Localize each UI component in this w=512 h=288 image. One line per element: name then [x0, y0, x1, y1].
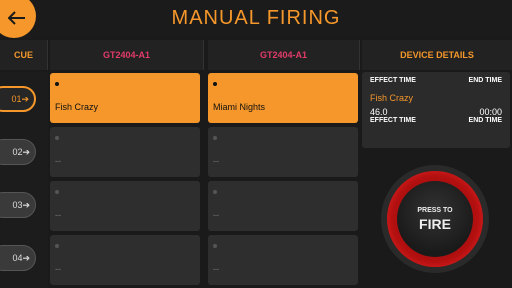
status-dot [213, 190, 217, 194]
device1-header: GT2404-A1 [50, 40, 204, 70]
effect-name: -- [213, 264, 219, 274]
device-details-header: DEVICE DETAILS [362, 40, 512, 70]
cue-cell-device2-01[interactable]: Miami Nights [208, 73, 358, 123]
end-time-label-2: END TIME [468, 117, 502, 124]
status-dot [213, 136, 217, 140]
arrow-right-icon: ➔ [22, 252, 30, 263]
cue-label: 01 [11, 94, 22, 104]
status-dot [55, 136, 59, 140]
effect-name: -- [213, 156, 219, 166]
cue-cell-device1-02[interactable]: -- [50, 127, 200, 177]
end-time-value: 00:00 [479, 107, 502, 117]
arrow-right-icon: ➔ [22, 146, 30, 157]
page-title: MANUAL FIRING [171, 7, 341, 29]
cue-cell-device1-01[interactable]: Fish Crazy [50, 73, 200, 123]
end-time-label: END TIME [468, 77, 502, 84]
effect-time-label: EFFECT TIME [370, 77, 416, 84]
effect-name: -- [55, 264, 61, 274]
status-dot [55, 190, 59, 194]
details-footer-row: EFFECT TIME END TIME [370, 117, 502, 124]
column-headers: CUE GT2404-A1 GT2404-A1 DEVICE DETAILS [0, 40, 512, 70]
effect-name: -- [213, 210, 219, 220]
cue-02-button[interactable]: 02 ➔ [0, 139, 36, 165]
arrow-right-icon: ➔ [21, 93, 29, 104]
device-details-panel: EFFECT TIME END TIME Fish Crazy 46.0 00:… [362, 72, 510, 148]
fire-button-housing: PRESS TO FIRE [381, 165, 489, 273]
fire-button[interactable]: PRESS TO FIRE [397, 181, 473, 257]
cue-label: 03 [12, 200, 23, 210]
cue-cell-device2-02[interactable]: -- [208, 127, 358, 177]
cue-cell-device2-04[interactable]: -- [208, 235, 358, 285]
fire-button-ring: PRESS TO FIRE [387, 171, 483, 267]
cue-03-button[interactable]: 03 ➔ [0, 192, 36, 218]
cue-cell-device1-03[interactable]: -- [50, 181, 200, 231]
status-dot [55, 82, 59, 86]
cue-01-button[interactable]: 01 ➔ [0, 86, 36, 112]
device2-header: GT2404-A1 [208, 40, 360, 70]
cue-label: 04 [12, 253, 23, 263]
cue-cell-device1-04[interactable]: -- [50, 235, 200, 285]
effect-name: Fish Crazy [55, 102, 99, 112]
status-dot [55, 244, 59, 248]
details-header-row: EFFECT TIME END TIME [370, 77, 502, 84]
effect-name: -- [55, 210, 61, 220]
cue-label: 02 [12, 147, 23, 157]
cue-header: CUE [0, 40, 48, 70]
cue-cell-device2-03[interactable]: -- [208, 181, 358, 231]
fire-button-caption: PRESS TO [417, 206, 453, 214]
effect-name: Miami Nights [213, 102, 266, 112]
top-bar: MANUAL FIRING [0, 0, 512, 38]
status-dot [213, 244, 217, 248]
effect-name: -- [55, 156, 61, 166]
status-dot [213, 82, 217, 86]
fire-button-label: FIRE [419, 215, 451, 232]
effect-time-label-2: EFFECT TIME [370, 117, 416, 124]
detail-effect-name: Fish Crazy [370, 93, 414, 103]
cue-column: 01 ➔ 02 ➔ 03 ➔ 04 ➔ [0, 72, 48, 288]
arrow-right-icon: ➔ [22, 199, 30, 210]
effect-time-value: 46.0 [370, 107, 388, 117]
details-values-row: 46.0 00:00 [370, 107, 502, 117]
cue-04-button[interactable]: 04 ➔ [0, 245, 36, 271]
